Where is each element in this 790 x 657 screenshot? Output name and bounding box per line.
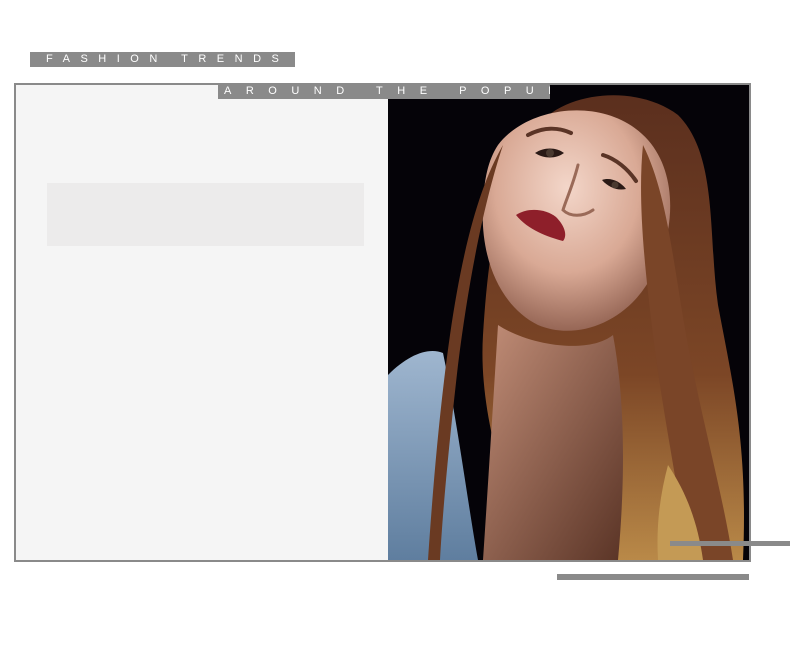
- portrait-illustration: [388, 85, 749, 560]
- slide: FASHION TRENDS AROUND THE POPU: [0, 0, 790, 657]
- portrait-photo: [388, 85, 749, 560]
- accent-line: [557, 574, 749, 580]
- content-frame: [14, 83, 751, 562]
- fashion-trends-tag: FASHION TRENDS: [30, 52, 295, 67]
- accent-line: [670, 541, 790, 546]
- around-the-popular-tag: AROUND THE POPULAR: [218, 84, 550, 99]
- text-placeholder-box: [47, 183, 364, 246]
- left-panel: [16, 85, 388, 560]
